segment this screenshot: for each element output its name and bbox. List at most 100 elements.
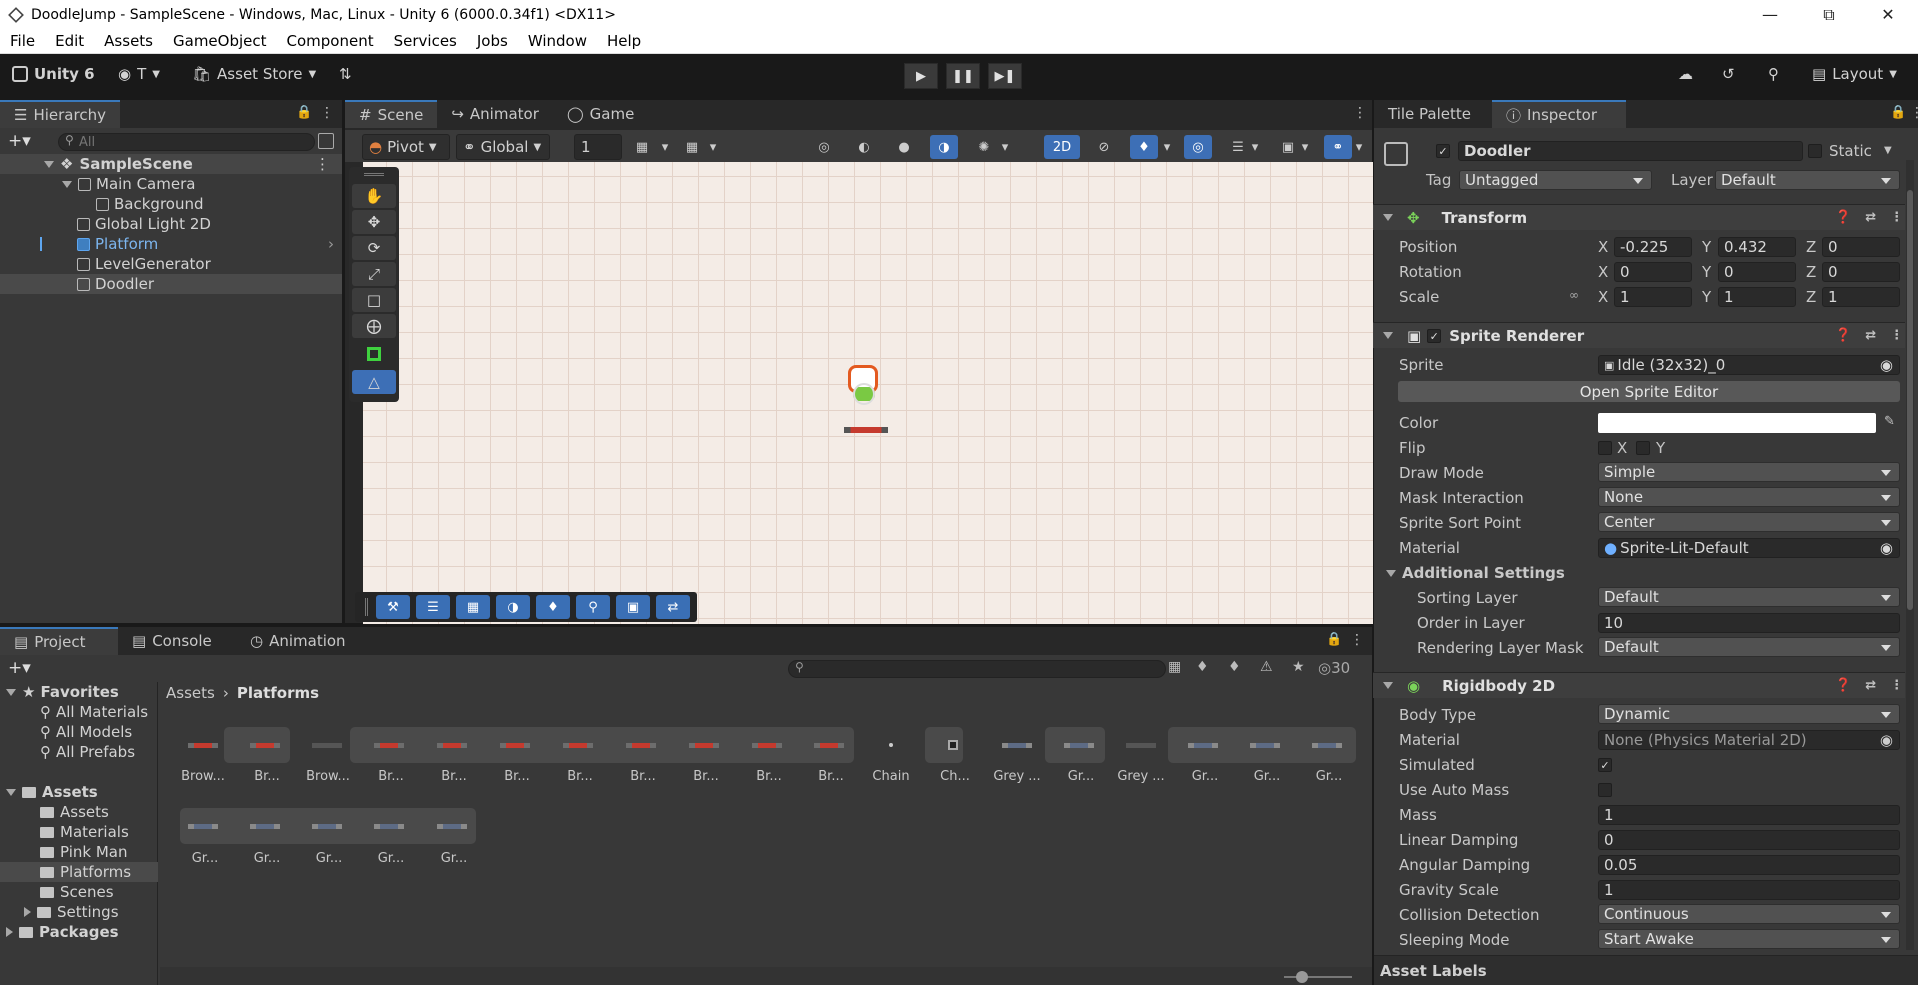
star-icon[interactable]: ★: [1292, 659, 1305, 675]
breadcrumb-assets[interactable]: Assets: [166, 684, 215, 702]
folder-settings[interactable]: Settings: [0, 902, 158, 922]
mask-interaction-dropdown[interactable]: None: [1598, 487, 1900, 507]
history-icon[interactable]: ↺: [1722, 65, 1735, 83]
more-icon[interactable]: ⋮: [1890, 678, 1903, 693]
sorting-layer-dropdown[interactable]: Default: [1598, 587, 1900, 607]
expand-caret-icon[interactable]: [1383, 214, 1393, 221]
body-type-dropdown[interactable]: Dynamic: [1598, 704, 1900, 724]
chevron-down-icon[interactable]: ▾: [1352, 135, 1366, 159]
asset-label[interactable]: Br...: [426, 769, 482, 784]
favorites-all-prefabs[interactable]: ⚲ All Prefabs: [0, 742, 158, 762]
asset-thumbnail[interactable]: [366, 808, 412, 844]
search-icon[interactable]: ⚲: [576, 595, 610, 619]
transform-header[interactable]: ✥ Transform ❓ ⇄ ⋮: [1373, 204, 1905, 230]
menu-window[interactable]: Window: [518, 32, 597, 50]
hand-tool-icon[interactable]: ✋: [352, 184, 396, 208]
scale-y-field[interactable]: 1: [1718, 287, 1796, 307]
close-icon[interactable]: ✕: [1868, 0, 1908, 29]
play-button[interactable]: ▶: [904, 63, 938, 89]
project-add-button[interactable]: +▾: [8, 658, 31, 678]
cloud-icon[interactable]: ☁: [1678, 65, 1693, 83]
hierarchy-search-input[interactable]: [79, 135, 299, 150]
tab-project[interactable]: ▤ Project: [0, 627, 118, 655]
sleeping-mode-dropdown[interactable]: Start Awake: [1598, 929, 1900, 949]
asset-label[interactable]: Grey ...: [1113, 769, 1169, 784]
chevron-down-icon[interactable]: ▾: [1160, 135, 1174, 159]
use-auto-mass-checkbox[interactable]: [1598, 783, 1612, 797]
rotation-z-field[interactable]: 0: [1822, 262, 1900, 282]
rigidbody2d-header[interactable]: ◉ Rigidbody 2D ❓ ⇄ ⋮: [1373, 672, 1905, 698]
asset-label[interactable]: Gr...: [1177, 769, 1233, 784]
tag-dropdown[interactable]: Untagged: [1459, 170, 1652, 190]
preset-icon[interactable]: ⇄: [1865, 678, 1876, 693]
asset-thumbnail[interactable]: [180, 808, 226, 844]
platform-sprite[interactable]: [844, 427, 888, 433]
folder-pink-man[interactable]: Pink Man: [0, 842, 158, 862]
sprite-field[interactable]: ▣ Idle (32x32)_0 ◉: [1598, 355, 1900, 375]
asset-label[interactable]: Br...: [552, 769, 608, 784]
tab-inspector[interactable]: ⓘ Inspector: [1492, 100, 1626, 128]
hierarchy-filter-icon[interactable]: [318, 133, 334, 149]
restore-icon[interactable]: ⧉: [1809, 0, 1849, 29]
help-icon[interactable]: ❓: [1835, 678, 1851, 693]
debug-icon[interactable]: ✺: [970, 135, 998, 159]
expand-caret-icon[interactable]: [6, 927, 13, 937]
audio-mute-icon[interactable]: ⊘: [1090, 135, 1118, 159]
asset-label[interactable]: Gr...: [1239, 769, 1295, 784]
gameobject-name-field[interactable]: Doodler: [1458, 141, 1803, 161]
hierarchy-scene-row[interactable]: ❖ SampleScene ⋮: [0, 154, 342, 174]
hierarchy-search[interactable]: ⚲: [58, 133, 315, 151]
debug-draw-icon[interactable]: ◑: [930, 135, 958, 159]
object-picker-icon[interactable]: ◉: [1880, 539, 1893, 557]
rotation-y-field[interactable]: 0: [1718, 262, 1796, 282]
asset-label[interactable]: Gr...: [177, 851, 233, 866]
transform-tool-icon[interactable]: ⨁: [352, 314, 396, 338]
more-icon[interactable]: ⋮: [315, 155, 330, 173]
gravity-scale-field[interactable]: 1: [1598, 880, 1900, 900]
asset-thumbnail[interactable]: [618, 727, 664, 763]
more-icon[interactable]: ⋮: [1350, 632, 1364, 648]
slider-handle[interactable]: [1296, 971, 1308, 983]
chevron-down-icon[interactable]: ▾: [706, 135, 720, 159]
chevron-down-icon[interactable]: ▾: [658, 135, 672, 159]
hierarchy-item-levelgenerator[interactable]: LevelGenerator: [0, 254, 342, 274]
more-icon[interactable]: ⋮: [1353, 105, 1367, 121]
layer-dropdown[interactable]: Default: [1715, 170, 1900, 190]
asset-thumbnail[interactable]: [868, 727, 914, 763]
project-search[interactable]: ⚲: [788, 660, 1166, 678]
object-picker-icon[interactable]: ◉: [1880, 731, 1893, 749]
editor-tool-icon[interactable]: △: [352, 370, 396, 394]
menu-gameobject[interactable]: GameObject: [163, 32, 277, 50]
additional-settings-foldout[interactable]: Additional Settings: [1386, 562, 1565, 584]
grid-icon[interactable]: ▦: [456, 595, 490, 619]
physics-material-field[interactable]: None (Physics Material 2D) ◉: [1598, 730, 1900, 750]
lock-icon[interactable]: 🔒: [1326, 632, 1342, 647]
menu-jobs[interactable]: Jobs: [467, 32, 518, 50]
asset-thumbnail[interactable]: [304, 808, 350, 844]
asset-thumbnail[interactable]: [744, 727, 790, 763]
asset-label[interactable]: Br...: [239, 769, 295, 784]
position-x-field[interactable]: -0.225: [1614, 237, 1692, 257]
folder-materials[interactable]: Materials: [0, 822, 158, 842]
folder-assets[interactable]: Assets: [0, 802, 158, 822]
chevron-down-icon[interactable]: ▼: [1884, 145, 1892, 156]
asset-label[interactable]: Br...: [363, 769, 419, 784]
favorites-all-materials[interactable]: ⚲ All Materials: [0, 702, 158, 722]
expand-caret-icon[interactable]: [44, 160, 54, 168]
linear-damping-field[interactable]: 0: [1598, 830, 1900, 850]
grid-visibility-icon[interactable]: ▦: [678, 135, 706, 159]
search-icon[interactable]: ⚲: [1768, 65, 1779, 83]
rendering-layer-mask-dropdown[interactable]: Default: [1598, 637, 1900, 657]
custom-tool-icon[interactable]: [352, 342, 396, 366]
menu-assets[interactable]: Assets: [94, 32, 163, 50]
more-icon[interactable]: ⋮: [320, 105, 334, 121]
rotate-tool-icon[interactable]: ⟳: [352, 236, 396, 260]
position-y-field[interactable]: 0.432: [1718, 237, 1796, 257]
asset-thumbnail[interactable]: [242, 808, 288, 844]
unity-account-menu[interactable]: Unity 6: [12, 65, 95, 83]
tab-hierarchy[interactable]: ☰ Hierarchy: [0, 100, 120, 128]
menu-file[interactable]: File: [0, 32, 45, 50]
flip-y-checkbox[interactable]: [1636, 441, 1650, 455]
active-checkbox[interactable]: ✓: [1436, 144, 1450, 158]
chevron-right-icon[interactable]: ›: [328, 235, 334, 253]
